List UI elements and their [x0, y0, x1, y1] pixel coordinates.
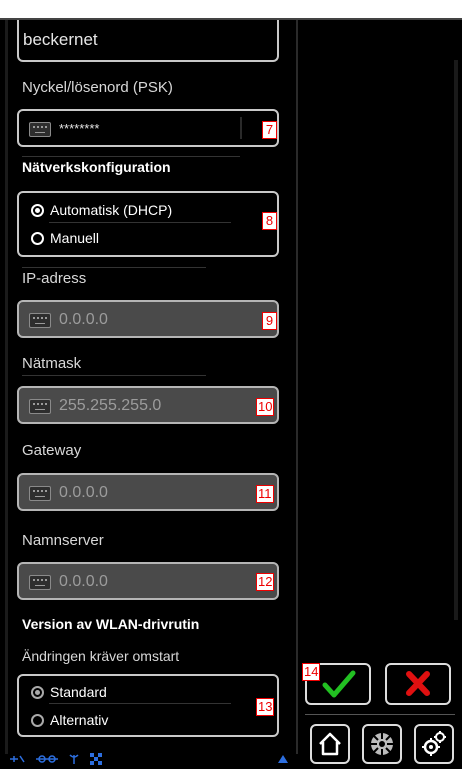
settings-button[interactable] — [414, 724, 454, 764]
keyboard-icon — [29, 575, 51, 590]
psk-value: ******** — [59, 121, 100, 136]
radio-standard-label: Standard — [50, 684, 107, 700]
home-icon — [319, 732, 341, 756]
media-button[interactable] — [362, 724, 402, 764]
gateway-value: 0.0.0.0 — [59, 484, 108, 501]
nameserver-field[interactable]: 0.0.0.0 — [17, 562, 279, 600]
network-nodes-icon — [90, 753, 102, 765]
gears-icon — [422, 731, 446, 756]
button-separator — [305, 714, 455, 715]
home-button[interactable] — [310, 724, 350, 764]
radio-selected-icon — [31, 686, 44, 699]
radio-separator — [49, 222, 231, 223]
callout-badge-14: 14 — [302, 663, 321, 681]
callout-badge-9: 9 — [262, 312, 277, 330]
network-config-radio-group: Automatisk (DHCP) Manuell — [17, 191, 279, 257]
nameserver-value: 0.0.0.0 — [59, 573, 108, 590]
driver-radio-group: Standard Alternativ — [17, 674, 279, 737]
ip-label: IP-adress — [22, 270, 87, 287]
keyboard-icon — [29, 486, 51, 501]
top-bar — [0, 0, 462, 18]
link-icon — [36, 755, 58, 763]
keyboard-icon — [29, 399, 51, 414]
panel-left-border — [5, 20, 8, 754]
radio-separator — [49, 703, 231, 704]
antenna-icon — [69, 754, 79, 764]
callout-badge-11: 11 — [256, 485, 274, 503]
radio-manual[interactable]: Manuell — [31, 230, 99, 246]
radio-alternative-label: Alternativ — [50, 712, 109, 728]
netmask-field[interactable]: 255.255.255.0 — [17, 386, 279, 424]
status-icons — [10, 753, 102, 765]
radio-dhcp[interactable]: Automatisk (DHCP) — [31, 202, 172, 218]
callout-badge-10: 10 — [256, 398, 275, 416]
radio-selected-icon — [31, 204, 44, 217]
radio-dhcp-label: Automatisk (DHCP) — [50, 202, 173, 218]
driver-heading: Version av WLAN-drivrutin — [22, 616, 200, 632]
cancel-button[interactable] — [385, 663, 451, 705]
field-separator — [240, 117, 242, 139]
callout-badge-12: 12 — [256, 573, 275, 591]
callout-badge-7: 7 — [262, 121, 277, 139]
radio-unselected-icon — [31, 714, 44, 727]
netmask-value: 255.255.255.0 — [59, 397, 162, 414]
radio-manual-label: Manuell — [50, 230, 100, 246]
section-separator — [22, 156, 240, 157]
psk-label: Nyckel/lösenord (PSK) — [22, 79, 173, 96]
close-icon — [406, 671, 430, 696]
scrollbar[interactable] — [454, 60, 458, 620]
ssid-field[interactable]: beckernet — [17, 20, 279, 62]
network-plug-icon — [10, 755, 25, 763]
section-separator — [22, 267, 206, 268]
section-separator — [22, 375, 206, 376]
panel-divider — [296, 20, 298, 755]
network-config-heading: Nätverkskonfiguration — [22, 159, 171, 175]
gateway-field[interactable]: 0.0.0.0 — [17, 473, 279, 511]
keyboard-icon — [29, 122, 51, 137]
reel-icon — [371, 733, 393, 755]
radio-alternative[interactable]: Alternativ — [31, 712, 108, 728]
keyboard-icon — [29, 313, 51, 328]
ssid-value: beckernet — [23, 30, 98, 49]
radio-unselected-icon — [31, 232, 44, 245]
radio-standard[interactable]: Standard — [31, 684, 107, 700]
ip-value: 0.0.0.0 — [59, 311, 108, 328]
callout-badge-8: 8 — [262, 212, 277, 230]
gateway-label: Gateway — [22, 442, 82, 459]
scroll-up-icon[interactable] — [278, 754, 288, 764]
callout-badge-13: 13 — [256, 698, 275, 716]
driver-note: Ändringen kräver omstart — [22, 648, 180, 664]
netmask-label: Nätmask — [22, 355, 82, 372]
ip-field[interactable]: 0.0.0.0 — [17, 300, 279, 338]
nameserver-label: Namnserver — [22, 532, 104, 549]
